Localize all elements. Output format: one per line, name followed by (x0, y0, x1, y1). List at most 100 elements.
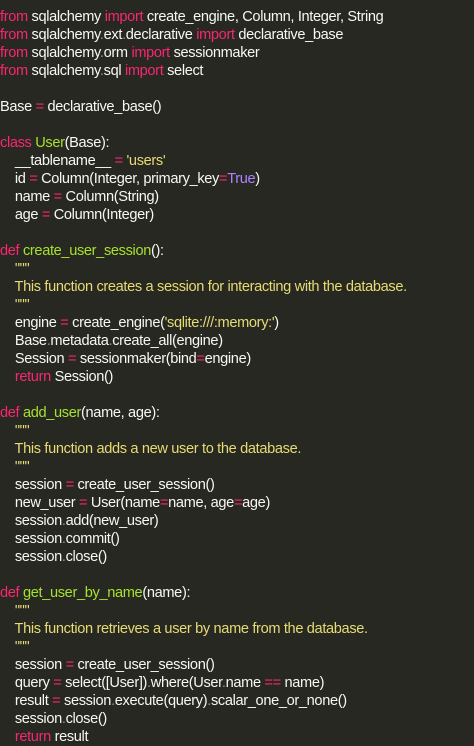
keyword-token: from (0, 63, 28, 79)
code-line: from sqlalchemy import create_engine, Co… (0, 8, 474, 26)
code-line: Base.metadata.create_all(engine) (0, 332, 474, 350)
code-line: session = create_user_session() (0, 476, 474, 494)
code-text-token: create_engine( (68, 315, 165, 331)
code-text-token: session (60, 693, 112, 709)
operator-token: = (68, 351, 77, 367)
code-text-token: Base (0, 99, 36, 115)
docstring-token: """ (0, 459, 30, 475)
code-text-token: create_all(engine) (112, 333, 223, 349)
constant-token: True (227, 171, 256, 187)
code-text-token: query (0, 675, 54, 691)
code-text-token: declarative_base (234, 27, 344, 43)
code-text-token: (): (150, 243, 164, 259)
string-token: 'users' (126, 153, 166, 169)
code-text-token: new_user (0, 495, 80, 511)
keyword-token: return (14, 369, 51, 385)
keyword-token: from (0, 45, 28, 61)
code-text-token: engine) (204, 351, 252, 367)
code-line: """ (0, 422, 474, 440)
code-text-token: select([User]) (61, 675, 148, 691)
function-name-token: User (35, 135, 65, 151)
code-line: from sqlalchemy.orm import sessionmaker (0, 44, 474, 62)
keyword-token: import (124, 63, 164, 79)
code-text-token: Session() (50, 369, 114, 385)
code-text-token: sqlalchemy (27, 27, 101, 43)
code-text-token: name, age (168, 495, 234, 511)
docstring-token: """ (0, 297, 30, 313)
code-line: """ (0, 260, 474, 278)
string-token: 'sqlite:///:memory:' (164, 315, 275, 331)
code-line: id = Column(Integer, primary_key=True) (0, 170, 474, 188)
operator-token: = (79, 495, 88, 511)
operator-token: = (53, 675, 62, 691)
code-text-token: ) (274, 315, 279, 331)
code-text-token: Column(Integer) (50, 207, 155, 223)
operator-token: = (52, 693, 61, 709)
code-text-token: sqlalchemy (27, 63, 101, 79)
code-line: age = Column(Integer) (0, 206, 474, 224)
function-name-token: get_user_by_name (22, 585, 143, 601)
operator-token: = (114, 153, 124, 169)
code-line: result = session.execute(query).scalar_o… (0, 692, 474, 710)
docstring-token: This function retrieves a user by name f… (0, 621, 369, 637)
code-text-token: sessionmaker (169, 45, 260, 61)
code-line: __tablename__ = 'users' (0, 152, 474, 170)
code-text-token: age (0, 207, 42, 223)
code-text-token: sessionmaker(bind (76, 351, 197, 367)
code-text-token: add(new_user) (65, 513, 159, 529)
code-text-token: ) (255, 171, 260, 187)
keyword-token: return (14, 729, 51, 745)
code-text-token: session (0, 549, 62, 565)
docstring-token: This function creates a session for inte… (0, 279, 408, 295)
code-editor[interactable]: from sqlalchemy import create_engine, Co… (0, 0, 474, 745)
code-line: session = create_user_session() (0, 656, 474, 674)
code-line: return result (0, 728, 474, 746)
code-text-token: __tablename__ (0, 153, 115, 169)
operator-token: = (65, 477, 75, 493)
code-line: class User(Base): (0, 134, 474, 152)
code-text-token: orm (103, 45, 132, 61)
function-name-token: create_user_session (22, 243, 151, 259)
code-text-token: User(name (87, 495, 160, 511)
code-text-token: result (50, 729, 89, 745)
operator-token: = (233, 495, 243, 511)
code-text-token: name) (280, 675, 325, 691)
code-text-token: Column(String) (61, 189, 160, 205)
keyword-token: from (0, 27, 28, 43)
code-text-token: scalar_one_or_none() (210, 693, 347, 709)
code-line: This function creates a session for inte… (0, 278, 474, 296)
keyword-token: import (104, 9, 144, 25)
code-text-token: session (0, 531, 62, 547)
code-line: def get_user_by_name(name): (0, 584, 474, 602)
operator-token: = (196, 351, 205, 367)
code-text-token: result (0, 693, 53, 709)
operator-token: = (65, 657, 75, 673)
keyword-token: class (0, 135, 32, 151)
keyword-token: def (0, 585, 20, 601)
code-line: def create_user_session(): (0, 242, 474, 260)
code-line: """ (0, 638, 474, 656)
code-text-token: where(User (150, 675, 222, 691)
code-text-token: commit() (65, 531, 120, 547)
code-text-token: close() (65, 549, 108, 565)
code-text-token: declarative (125, 27, 197, 43)
code-text-token: declarative_base() (43, 99, 162, 115)
code-line: def add_user(name, age): (0, 404, 474, 422)
code-line: """ (0, 458, 474, 476)
code-text-token: engine (0, 315, 61, 331)
docstring-token: """ (0, 603, 30, 619)
code-text-token: (Base): (64, 135, 110, 151)
code-line: new_user = User(name=name, age=age) (0, 494, 474, 512)
code-text-token: create_user_session() (73, 657, 215, 673)
operator-token: == (264, 675, 281, 691)
operator-token: = (219, 171, 228, 187)
code-text-token: session (0, 513, 62, 529)
code-text-token: name (225, 675, 265, 691)
code-text-token: create_engine, Column, Integer, String (143, 9, 384, 25)
